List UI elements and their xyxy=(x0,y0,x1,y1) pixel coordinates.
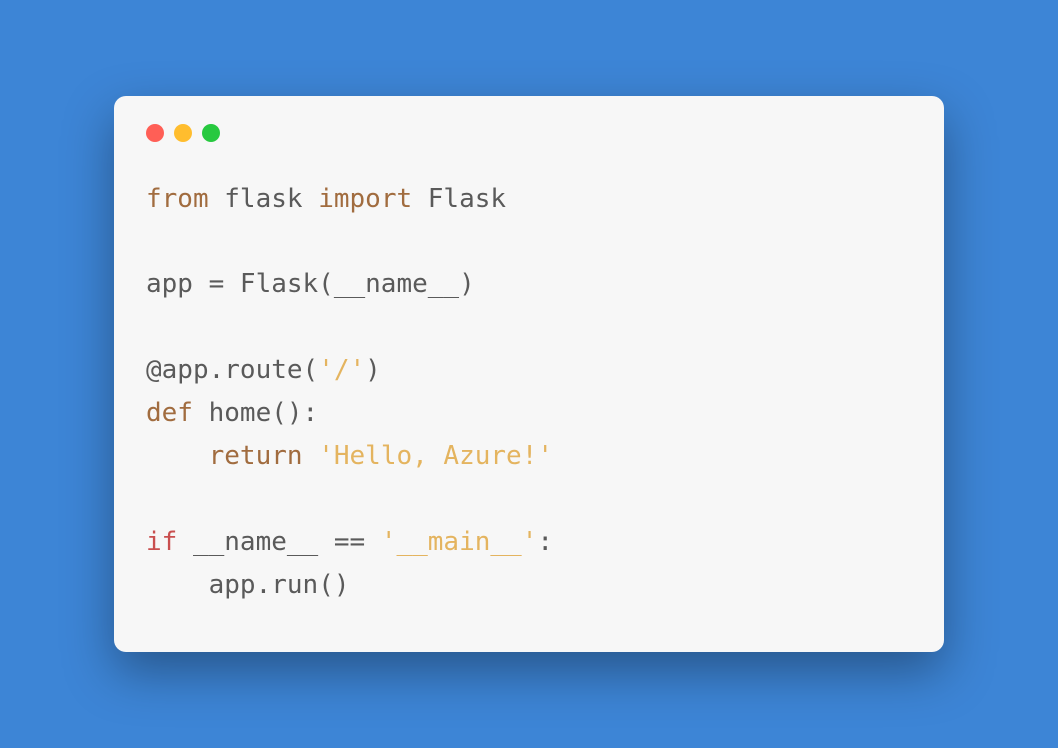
keyword-if: if xyxy=(146,527,177,557)
string-route: '/' xyxy=(318,355,365,385)
code-line: def home(): xyxy=(146,398,318,428)
import-name: Flask xyxy=(412,184,506,214)
code-line: app = Flask(__name__) xyxy=(146,269,475,299)
string-main: '__main__' xyxy=(381,527,538,557)
keyword-import: import xyxy=(318,184,412,214)
code-window: from flask import Flask app = Flask(__na… xyxy=(114,96,944,653)
keyword-return: return xyxy=(209,441,303,471)
decorator-app: @app xyxy=(146,355,209,385)
window-titlebar xyxy=(146,124,912,142)
code-line: app.run() xyxy=(146,570,350,600)
decorator-route: .route( xyxy=(209,355,319,385)
indent xyxy=(146,570,209,600)
code-line: from flask import Flask xyxy=(146,184,506,214)
minimize-icon[interactable] xyxy=(174,124,192,142)
code-line: @app.route('/') xyxy=(146,355,381,385)
keyword-def: def xyxy=(146,398,193,428)
condition: __name__ == xyxy=(177,527,381,557)
string-hello: 'Hello, Azure!' xyxy=(318,441,553,471)
module-name: flask xyxy=(209,184,319,214)
maximize-icon[interactable] xyxy=(202,124,220,142)
assignment: app = Flask(__name__) xyxy=(146,269,475,299)
paren-close: ) xyxy=(365,355,381,385)
close-icon[interactable] xyxy=(146,124,164,142)
keyword-from: from xyxy=(146,184,209,214)
colon: : xyxy=(537,527,553,557)
indent xyxy=(146,441,209,471)
function-name: home(): xyxy=(193,398,318,428)
code-line: if __name__ == '__main__': xyxy=(146,527,553,557)
space xyxy=(303,441,319,471)
code-line: return 'Hello, Azure!' xyxy=(146,441,553,471)
app-run-call: app.run() xyxy=(209,570,350,600)
code-block: from flask import Flask app = Flask(__na… xyxy=(146,178,912,607)
